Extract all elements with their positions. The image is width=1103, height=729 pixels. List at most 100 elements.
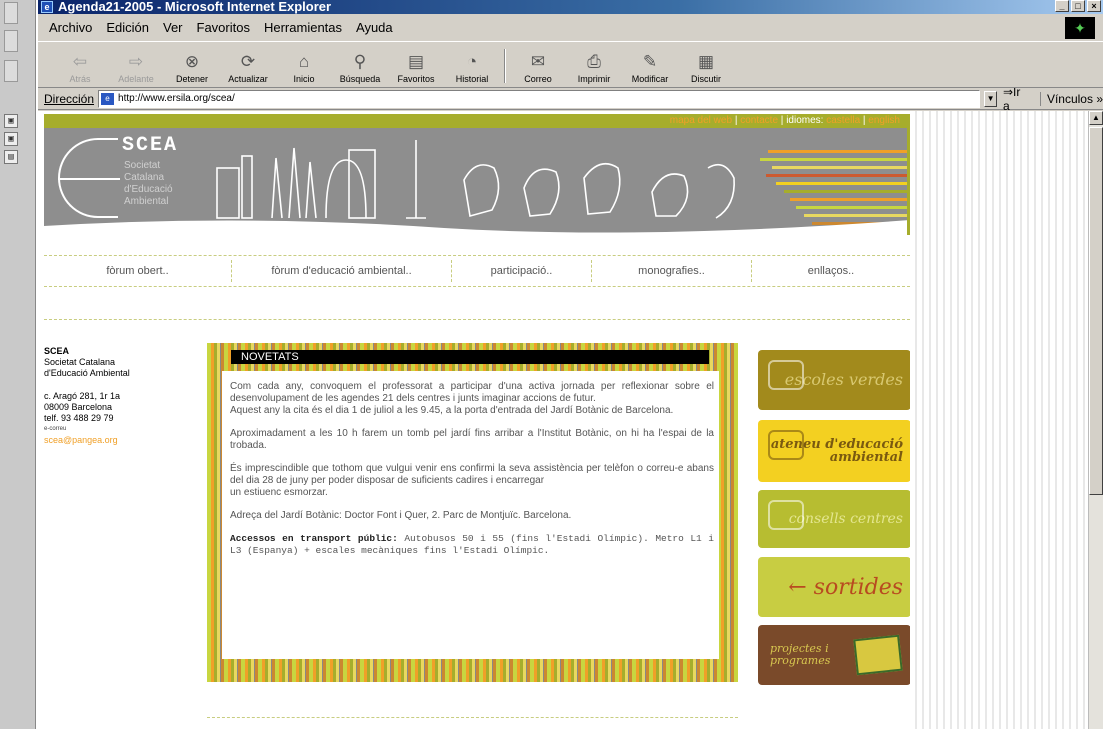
menu-favoritos[interactable]: Favoritos bbox=[197, 20, 250, 35]
browser-window: e Agenda21-2005 - Microsoft Internet Exp… bbox=[36, 0, 1103, 729]
contact-link[interactable]: contacte bbox=[740, 115, 778, 126]
contact-phone: telf. 93 488 29 79 bbox=[44, 413, 114, 423]
maximize-icon[interactable]: □ bbox=[1071, 0, 1085, 12]
history-button[interactable]: ◔ Historial bbox=[444, 43, 500, 87]
logo-line bbox=[58, 178, 120, 180]
news-paragraph: Aproximadament a les 10 h farem un tomb … bbox=[230, 428, 714, 451]
search-icon: ⚲ bbox=[353, 52, 367, 71]
news-paragraph: Adreça del Jardí Botànic: Doctor Font i … bbox=[230, 510, 572, 521]
contact-email-label: e-correu bbox=[44, 426, 67, 432]
menu-archivo[interactable]: Archivo bbox=[49, 20, 92, 35]
menu-ver[interactable]: Ver bbox=[163, 20, 183, 35]
edit-button[interactable]: ✎ Modificar bbox=[622, 43, 678, 87]
ateneu-button[interactable]: ateneu d'educació ambiental bbox=[758, 420, 911, 482]
close-icon[interactable]: × bbox=[1087, 0, 1101, 12]
logo-name: SCEA bbox=[122, 134, 179, 157]
forward-arrow-icon: ⇨ bbox=[128, 52, 144, 71]
address-url: http://www.ersila.org/scea/ bbox=[118, 93, 235, 104]
languages-label: idiomes: bbox=[786, 115, 824, 126]
discuss-icon: ▦ bbox=[697, 52, 715, 71]
desktop-left-strip: ▣ ▣ ▤ bbox=[0, 0, 36, 729]
search-button[interactable]: ⚲ Búsqueda bbox=[332, 43, 388, 87]
menu-bar: Archivo Edición Ver Favoritos Herramient… bbox=[38, 14, 1103, 42]
poster-icon bbox=[853, 634, 903, 676]
sortides-button[interactable]: ← sortides bbox=[758, 557, 911, 617]
back-button[interactable]: ⇦ Atrás bbox=[52, 43, 108, 87]
nav-monografies[interactable]: monografies.. bbox=[592, 260, 752, 282]
bottom-divider bbox=[207, 717, 738, 718]
site-top-links: mapa del web | contacte | idiomes: caste… bbox=[44, 114, 910, 128]
notebook-icon bbox=[768, 360, 804, 390]
links-button[interactable]: Vínculos » bbox=[1039, 91, 1103, 106]
nav-enllacos[interactable]: enllaços.. bbox=[752, 260, 910, 282]
left-strip-button[interactable]: ▣ bbox=[4, 114, 18, 128]
print-button[interactable]: ⎙ Imprimir bbox=[566, 43, 622, 87]
left-strip-handle bbox=[4, 30, 18, 52]
logo-subtitle: Societat Catalana d'Educació Ambiental bbox=[124, 160, 173, 207]
left-strip-handle bbox=[4, 60, 18, 82]
screen: ▣ ▣ ▤ e Agenda21-2005 - Microsoft Intern… bbox=[0, 0, 1103, 729]
castellano-link[interactable]: castella bbox=[826, 115, 860, 126]
content-viewport: mapa del web | contacte | idiomes: caste… bbox=[38, 111, 1103, 729]
projectes-programes-button[interactable]: projectes i programes bbox=[758, 625, 911, 685]
address-bar: Dirección e http://www.ersila.org/scea/ … bbox=[38, 85, 1103, 113]
escoles-verdes-button[interactable]: escoles verdes bbox=[758, 350, 911, 410]
menu-edicion[interactable]: Edición bbox=[106, 20, 149, 35]
window-title: Agenda21-2005 - Microsoft Internet Explo… bbox=[58, 0, 332, 14]
stop-button[interactable]: ⊗ Detener bbox=[164, 43, 220, 87]
printer-icon: ⎙ bbox=[587, 52, 601, 71]
contact-line1: Societat Catalana bbox=[44, 357, 116, 367]
favorites-button[interactable]: ▤ Favoritos bbox=[388, 43, 444, 87]
edit-icon: ✎ bbox=[642, 52, 658, 71]
refresh-button[interactable]: ⟳ Actualizar bbox=[220, 43, 276, 87]
nav-participacio[interactable]: participació.. bbox=[452, 260, 592, 282]
mail-button[interactable]: ✉ Correo bbox=[510, 43, 566, 87]
minimize-icon[interactable]: _ bbox=[1055, 0, 1069, 12]
contact-line2: d'Educació Ambiental bbox=[44, 368, 130, 378]
favorites-folder-icon: ▤ bbox=[407, 52, 425, 71]
news-text: Com cada any, convoquem el professorat a… bbox=[230, 381, 714, 568]
english-link[interactable]: english bbox=[868, 115, 900, 126]
news-paragraph: És imprescindible que tothom que vulgui … bbox=[230, 463, 714, 498]
contact-email-link[interactable]: scea@pangea.org bbox=[44, 435, 194, 446]
news-panel: Com cada any, convoquem el professorat a… bbox=[222, 371, 719, 659]
vertical-scrollbar[interactable]: ▲ bbox=[1088, 111, 1103, 729]
left-strip-handle bbox=[4, 2, 18, 24]
scrollbar-thumb[interactable] bbox=[1089, 127, 1103, 495]
scea-logo[interactable]: SCEA Societat Catalana d'Educació Ambien… bbox=[58, 134, 208, 224]
news-paragraph: Accessos en transport públic: Autobusos … bbox=[230, 533, 714, 556]
menu-herramientas[interactable]: Herramientas bbox=[264, 20, 342, 35]
title-bar[interactable]: e Agenda21-2005 - Microsoft Internet Exp… bbox=[38, 0, 1103, 14]
windows-logo-icon: ✦ bbox=[1065, 17, 1095, 39]
left-strip-button[interactable]: ▣ bbox=[4, 132, 18, 146]
forward-button[interactable]: ⇨ Adelante bbox=[108, 43, 164, 87]
address-dropdown-icon[interactable]: ▼ bbox=[984, 90, 997, 107]
scroll-up-icon[interactable]: ▲ bbox=[1089, 111, 1103, 125]
page-background-right bbox=[910, 111, 1088, 729]
nav-forum-obert[interactable]: fòrum obert.. bbox=[44, 260, 232, 282]
site-nav: fòrum obert.. fòrum d'educació ambiental… bbox=[44, 255, 910, 287]
web-page: mapa del web | contacte | idiomes: caste… bbox=[44, 114, 911, 729]
menu-ayuda[interactable]: Ayuda bbox=[356, 20, 393, 35]
ie-app-icon[interactable]: e bbox=[41, 1, 53, 13]
address-label: Dirección bbox=[44, 91, 95, 106]
news-paragraph: Com cada any, convoquem el professorat a… bbox=[230, 381, 714, 416]
home-button[interactable]: ⌂ Inicio bbox=[276, 43, 332, 87]
nav-forum-educacio[interactable]: fòrum d'educació ambiental.. bbox=[232, 260, 452, 282]
face-icon bbox=[768, 500, 804, 530]
go-button[interactable]: ⇒Ir a bbox=[1003, 85, 1030, 113]
home-icon: ⌂ bbox=[298, 52, 310, 71]
consells-centres-button[interactable]: consells centres bbox=[758, 490, 911, 548]
left-strip-button[interactable]: ▤ bbox=[4, 150, 18, 164]
mail-icon: ✉ bbox=[530, 52, 546, 71]
people-icon bbox=[768, 430, 804, 460]
page-icon: e bbox=[101, 92, 115, 105]
discuss-button[interactable]: ▦ Discutir bbox=[678, 43, 734, 87]
site-map-link[interactable]: mapa del web bbox=[670, 115, 732, 126]
contact-name: SCEA bbox=[44, 346, 70, 356]
history-icon: ◔ bbox=[466, 52, 478, 71]
news-header: NOVETATS bbox=[231, 350, 709, 364]
window-controls: _ □ × bbox=[1055, 0, 1101, 12]
refresh-icon: ⟳ bbox=[240, 52, 256, 71]
address-input[interactable]: e http://www.ersila.org/scea/ bbox=[98, 89, 981, 108]
